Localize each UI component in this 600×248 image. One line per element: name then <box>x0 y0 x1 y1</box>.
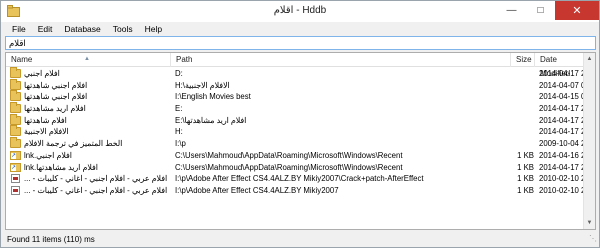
row-name: افلام اجنبي <box>24 69 60 78</box>
close-button[interactable]: ✕ <box>555 1 599 20</box>
list-rows: افلام اجنبي D: 2014-04-17 21:01 افلام اج… <box>6 67 595 197</box>
minimize-button[interactable]: — <box>497 1 526 20</box>
search-input[interactable]: اقلام <box>5 36 596 50</box>
table-row[interactable]: افلام اجنبي.lnk C:\Users\Mahmoud\AppData… <box>6 150 595 162</box>
column-path-label: Path <box>176 55 193 64</box>
row-size: 1 KB <box>517 162 534 172</box>
row-size: 1 KB <box>517 174 534 184</box>
table-row[interactable]: افلام عربي - افلام اجنبي - اغاني - كليبا… <box>6 185 595 197</box>
row-name: الافلام الاجنبية <box>24 127 69 137</box>
row-name: افلام اجنبي شاهدتها <box>24 92 88 102</box>
menu-edit[interactable]: Edit <box>32 24 59 34</box>
column-size-label: Size <box>516 55 532 64</box>
row-size <box>446 126 534 138</box>
row-name: افلام اجنبي.lnk <box>24 150 72 160</box>
column-header-date[interactable]: Date Modified <box>535 53 584 78</box>
title-bar[interactable]: اقلام - Hddb — □ ✕ <box>1 1 599 22</box>
row-name: افلام شاهدتها <box>24 115 67 125</box>
row-name: افلام عربي - افلام اجنبي - اغاني - كليبا… <box>24 174 168 184</box>
resize-grip-icon[interactable]: ⋱ <box>589 231 597 246</box>
folder-icon <box>10 102 21 114</box>
app-window: اقلام - Hddb — □ ✕ File Edit Database To… <box>0 0 600 248</box>
menu-tools[interactable]: Tools <box>107 24 139 34</box>
list-header: Name ▲ Path Size Date Modified <box>6 53 584 78</box>
folder-icon <box>10 90 21 102</box>
column-header-name[interactable]: Name ▲ <box>6 53 171 67</box>
table-row[interactable]: افلام اجنبي D: 2014-04-17 21:01 <box>6 67 595 80</box>
folder-icon <box>10 78 21 90</box>
row-name: افلام اجنبي شاهدتها <box>24 80 88 90</box>
table-row[interactable]: افلام اجنبي شاهدتها I:\English Movies be… <box>6 90 595 103</box>
menu-database[interactable]: Database <box>58 24 106 34</box>
maximize-button[interactable]: □ <box>526 1 555 20</box>
table-row[interactable]: افلام عربي - افلام اجنبي - اغاني - كليبا… <box>6 173 595 185</box>
sort-arrow-icon: ▲ <box>84 56 90 62</box>
column-name-label: Name <box>11 55 33 64</box>
row-name: افلام اريد مشاهدتها <box>24 104 86 114</box>
scroll-up-icon[interactable]: ▲ <box>584 53 595 65</box>
row-name: الخط المتميز في ترجمة الافلام <box>24 139 123 149</box>
file-icon <box>11 185 20 195</box>
column-header-size[interactable]: Size <box>511 53 535 67</box>
column-header-path[interactable]: Path <box>171 53 511 67</box>
status-bar: Found 11 items (110) ms ⋱ <box>1 232 599 247</box>
shortcut-icon <box>10 150 21 160</box>
folder-icon <box>10 67 21 78</box>
table-row[interactable]: افلام اريد مشاهدتها.lnk C:\Users\Mahmoud… <box>6 162 595 174</box>
row-size: 1 KB <box>517 150 534 160</box>
table-row[interactable]: الافلام الاجنبية H: 2014-04-17 21:55 <box>6 125 595 138</box>
table-row[interactable]: الخط المتميز في ترجمة الافلام I:\p 2009-… <box>6 137 595 150</box>
menu-help[interactable]: Help <box>139 24 168 34</box>
row-size <box>446 103 534 115</box>
folder-icon <box>10 137 21 149</box>
row-size <box>446 68 534 80</box>
table-row[interactable]: افلام شاهدتها E:\افلام اريد مشاهدتها 201… <box>6 113 595 127</box>
menu-bar: File Edit Database Tools Help <box>1 22 599 36</box>
table-row[interactable]: افلام اجنبي شاهدتها H:\الافلام الاجنبية … <box>6 78 595 92</box>
results-list: Name ▲ Path Size Date Modified افلام اجن… <box>5 52 596 230</box>
table-row[interactable]: افلام اريد مشاهدتها E: 2014-04-17 21:02 <box>6 102 595 115</box>
row-size <box>446 138 534 150</box>
shortcut-icon <box>10 162 21 172</box>
vertical-scrollbar[interactable]: ▲ ▼ <box>583 53 595 229</box>
scroll-down-icon[interactable]: ▼ <box>584 217 595 229</box>
folder-icon <box>10 113 21 125</box>
row-size <box>446 91 534 103</box>
row-name: افلام عربي - افلام اجنبي - اغاني - كليبا… <box>24 185 168 195</box>
file-icon <box>11 174 20 184</box>
row-size <box>446 80 534 92</box>
row-size <box>446 115 534 127</box>
folder-icon <box>10 125 21 137</box>
row-name: افلام اريد مشاهدتها.lnk <box>24 162 98 172</box>
menu-file[interactable]: File <box>6 24 32 34</box>
status-text: Found 11 items (110) ms <box>7 235 95 244</box>
row-size: 1 KB <box>517 185 534 195</box>
